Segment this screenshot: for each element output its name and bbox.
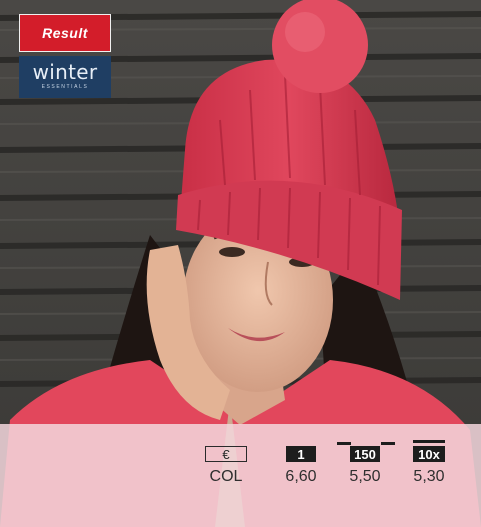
color-code-value: COL — [209, 468, 243, 485]
qty-150-header: 150 — [350, 446, 380, 462]
price-col-qty-1: 1 6,60 — [271, 446, 331, 486]
qty-150-price: 5,50 — [349, 468, 381, 485]
price-col-currency: € COL — [196, 446, 256, 486]
winter-logo-text: winter — [32, 60, 98, 84]
result-logo: Result — [19, 14, 111, 52]
price-col-qty-10x: 10x 5,30 — [399, 446, 459, 486]
qty-1-price: 6,60 — [285, 468, 317, 485]
result-logo-text: Result — [42, 25, 88, 41]
qty-10x-header: 10x — [413, 446, 445, 462]
winter-logo-tagline: ESSENTIALS — [41, 84, 89, 90]
winter-essentials-logo: winter ESSENTIALS — [19, 56, 111, 98]
currency-header: € — [205, 446, 247, 462]
decor-line-right — [381, 442, 395, 445]
price-col-qty-150: 150 5,50 — [335, 446, 395, 486]
qty-10x-price: 5,30 — [413, 468, 445, 485]
qty-1-header: 1 — [286, 446, 316, 462]
decor-line-10x — [413, 440, 445, 443]
decor-line-left — [337, 442, 351, 445]
price-table: € COL 1 6,60 150 5,50 10x 5,30 — [0, 424, 481, 527]
